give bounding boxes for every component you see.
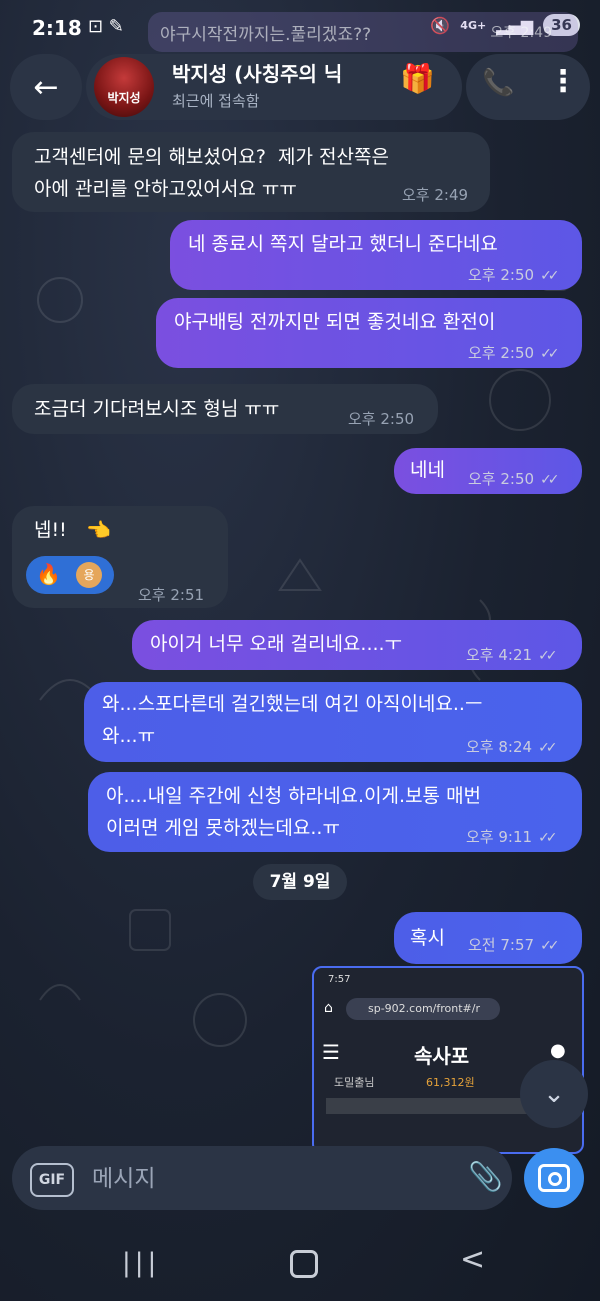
avatar[interactable]: 박지성 [94, 57, 154, 117]
avatar-label: 박지성 [107, 91, 141, 105]
camera-icon [538, 1164, 570, 1192]
reaction-avatar: 용 [76, 562, 102, 588]
attachment-url: sp-902.com/front#/r [346, 998, 500, 1020]
input-container: GIF 📎 [12, 1146, 512, 1210]
message-text: 아....내일 주간에 신청 하라네요.이게.보통 매번 이러면 게임 못하겠는… [106, 785, 482, 839]
message-time-text: 오후 4:21 [466, 646, 533, 664]
message-bubble[interactable]: 아이거 너무 오래 걸리네요....ㅜ 오후 4:21 ✓✓ [132, 620, 582, 670]
message-bubble[interactable]: 야구배팅 전까지만 되면 좋것네요 환전이 오후 2:50 ✓✓ [156, 298, 582, 368]
message-time-text: 오전 7:57 [468, 936, 535, 954]
message-input-bar: GIF 📎 [12, 1146, 588, 1210]
attachment-points: 61,312원 [426, 1076, 475, 1089]
message-text: 야구배팅 전까지만 되면 좋것네요 환전이 [174, 311, 496, 333]
chevron-down-icon: ⌄ [543, 1079, 565, 1109]
attachment-menu-icon: ☰ [322, 1040, 340, 1064]
message-time: 오후 2:50 [348, 410, 415, 428]
hand-emoji-icon: 👈 [86, 518, 111, 542]
message-bubble[interactable]: 와...스포다른데 걸긴했는데 여긴 아직이네요..ㅡ 와...ㅠ 오후 8:2… [84, 682, 582, 762]
reaction-badge[interactable]: 🔥 용 [26, 556, 114, 594]
camera-button[interactable] [524, 1148, 584, 1208]
message-bubble[interactable]: 넵!! 👈 🔥 용 오후 2:51 [12, 506, 228, 608]
double-check-icon: ✓✓ [538, 830, 558, 846]
more-vertical-icon[interactable]: ⋮ [548, 64, 578, 99]
contact-name: 박지성 (사칭주의 닉 [172, 62, 343, 86]
date-separator: 7월 9일 [253, 864, 347, 900]
header-actions: 📞 ⋮ [466, 54, 590, 120]
back-button[interactable]: ← [10, 54, 82, 120]
message-time: 오후 9:11 ✓✓ [466, 826, 558, 847]
message-time-text: 오후 9:11 [466, 828, 533, 846]
double-check-icon: ✓✓ [540, 472, 560, 488]
arrow-left-icon: ← [33, 69, 59, 105]
message-time: 오후 8:24 ✓✓ [466, 736, 558, 757]
gift-icon: 🎁 [400, 62, 435, 95]
back-nav-icon[interactable]: < [460, 1242, 485, 1277]
attachment-user-label: 도밀출님 [334, 1076, 375, 1089]
message-bubble[interactable]: 네 종료시 쪽지 달라고 했더니 준다네요 오후 2:50 ✓✓ [170, 220, 582, 290]
message-bubble[interactable]: 혹시 오전 7:57 ✓✓ [394, 912, 582, 964]
double-check-icon: ✓✓ [540, 268, 560, 284]
message-time-text: 오후 2:50 [468, 470, 535, 488]
double-check-icon: ✓✓ [538, 740, 558, 756]
contact-status: 최근에 접속함 [172, 92, 260, 110]
message-bubble[interactable]: 네네 오후 2:50 ✓✓ [394, 448, 582, 494]
message-time: 오후 2:51 [138, 586, 205, 604]
double-check-icon: ✓✓ [538, 648, 558, 664]
message-time: 오후 2:50 ✓✓ [468, 264, 560, 285]
message-time-text: 오후 2:50 [468, 266, 535, 284]
message-text: 네네 [410, 459, 445, 481]
scroll-down-button[interactable]: ⌄ [520, 1060, 588, 1128]
attachment-status-time: 7:57 [328, 974, 351, 985]
contact-info[interactable]: 박지성 박지성 (사칭주의 닉 🎁 최근에 접속함 [86, 54, 462, 120]
phone-icon[interactable]: 📞 [482, 68, 514, 98]
message-time: 오전 7:57 ✓✓ [468, 934, 560, 955]
attachment-user-icon: ● [550, 1040, 566, 1061]
paperclip-icon[interactable]: 📎 [468, 1160, 503, 1193]
message-input[interactable] [90, 1160, 454, 1198]
message-time: 오후 4:21 ✓✓ [466, 644, 558, 665]
message-time: 오후 2:50 ✓✓ [468, 342, 560, 363]
message-time-text: 오후 2:50 [468, 344, 535, 362]
message-bubble[interactable]: 조금더 기다려보시조 형님 ㅠㅠ 오후 2:50 [12, 384, 438, 434]
message-text: 네 종료시 쪽지 달라고 했더니 준다네요 [188, 233, 498, 255]
message-time-text: 오후 8:24 [466, 738, 533, 756]
pinned-message[interactable]: 야구시작전까지는.풀리겠죠?? 오후 2:49 [148, 12, 578, 52]
message-time: 오후 2:50 ✓✓ [468, 468, 560, 489]
message-bubble[interactable]: 고객센터에 문의 해보셨어요? 제가 전산쪽은 아에 관리를 안하고있어서요 ㅠ… [12, 132, 490, 212]
status-notification-icons: ⊡ ✎ [88, 16, 124, 37]
system-navigation-bar: ||| < [0, 1230, 600, 1301]
attachment-home-icon: ⌂ [324, 1000, 333, 1016]
message-text: 와...스포다른데 걸긴했는데 여긴 아직이네요..ㅡ 와...ㅠ [102, 693, 483, 747]
gif-button[interactable]: GIF [30, 1163, 74, 1197]
message-text: 혹시 [410, 927, 445, 949]
chat-header: ← 박지성 박지성 (사칭주의 닉 🎁 최근에 접속함 📞 ⋮ [0, 54, 600, 122]
pinned-text: 야구시작전까지는.풀리겠죠?? [160, 25, 372, 45]
double-check-icon: ✓✓ [540, 346, 560, 362]
pinned-time: 오후 2:49 [490, 25, 552, 41]
recent-apps-icon[interactable]: ||| [122, 1248, 160, 1278]
home-icon[interactable] [290, 1250, 318, 1278]
message-text: 고객센터에 문의 해보셨어요? 제가 전산쪽은 아에 관리를 안하고있어서요 ㅠ… [34, 146, 389, 200]
message-time: 오후 2:49 [402, 186, 469, 204]
message-text: 조금더 기다려보시조 형님 ㅠㅠ [34, 398, 280, 420]
double-check-icon: ✓✓ [540, 938, 560, 954]
status-time: 2:18 [32, 16, 82, 40]
fire-icon: 🔥 [36, 562, 61, 586]
message-text: 넵!! [34, 519, 67, 541]
attachment-logo: 속사포 [414, 1044, 470, 1068]
message-bubble[interactable]: 아....내일 주간에 신청 하라네요.이게.보통 매번 이러면 게임 못하겠는… [88, 772, 582, 852]
message-text: 아이거 너무 오래 걸리네요....ㅜ [150, 633, 403, 655]
